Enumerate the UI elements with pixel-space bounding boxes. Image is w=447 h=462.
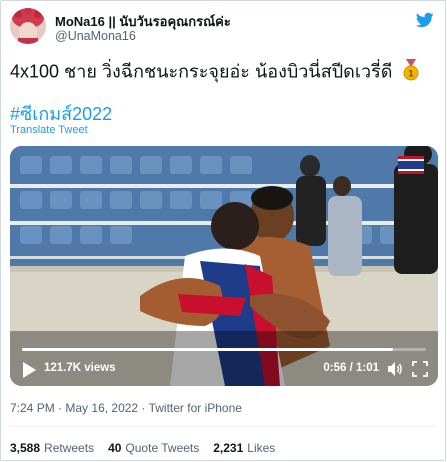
quote-tweets-stat[interactable]: 40 Quote Tweets	[108, 441, 199, 455]
video-timestamp: 0:56 / 1:01	[323, 362, 379, 374]
tweet-date[interactable]: May 16, 2022	[65, 401, 138, 415]
translate-tweet-link[interactable]: Translate Tweet	[10, 124, 88, 136]
tweet-meta: 7:24 PM · May 16, 2022 · Twitter for iPh…	[10, 401, 242, 415]
volume-icon[interactable]	[386, 360, 404, 378]
gold-medal-icon: 1	[401, 59, 421, 86]
author-handle[interactable]: @UnaMona16	[55, 29, 136, 43]
retweets-count: 3,588	[10, 441, 41, 455]
tweet-stats: 3,588 Retweets 40 Quote Tweets 2,231 Likes	[10, 441, 275, 455]
avatar[interactable]	[10, 8, 46, 44]
video-progress-bar[interactable]	[22, 348, 426, 351]
retweets-label: Retweets	[44, 441, 95, 455]
tweet-source[interactable]: Twitter for iPhone	[149, 401, 242, 415]
video-player[interactable]: 121.7K views 0:56 / 1:01	[10, 146, 438, 386]
fullscreen-icon[interactable]	[412, 361, 428, 377]
likes-stat[interactable]: 2,231 Likes	[213, 441, 275, 455]
view-count: 121.7K views	[44, 362, 116, 374]
tweet-body: 4x100 ชาย วิ่งฉีกชนะกระจุยอ่ะ น้องบิวนี่…	[10, 61, 393, 82]
video-progress-fill	[22, 348, 393, 351]
svg-text:1: 1	[408, 70, 414, 80]
retweets-stat[interactable]: 3,588 Retweets	[10, 441, 94, 455]
likes-label: Likes	[247, 441, 276, 455]
play-icon[interactable]	[21, 361, 37, 379]
tweet-card: MoNa16 || นับวันรอคุณกรณ์ค่ะ @UnaMona16 …	[0, 0, 446, 461]
tweet-text: 4x100 ชาย วิ่งฉีกชนะกระจุยอ่ะ น้องบิวนี่…	[10, 59, 421, 86]
meta-separator: ·	[141, 401, 146, 415]
tweet-time[interactable]: 7:24 PM	[10, 401, 55, 415]
likes-count: 2,231	[213, 441, 244, 455]
meta-separator: ·	[58, 401, 63, 415]
quotes-count: 40	[108, 441, 122, 455]
twitter-bird-icon[interactable]	[415, 11, 435, 29]
quotes-label: Quote Tweets	[125, 441, 200, 455]
divider	[10, 426, 436, 427]
